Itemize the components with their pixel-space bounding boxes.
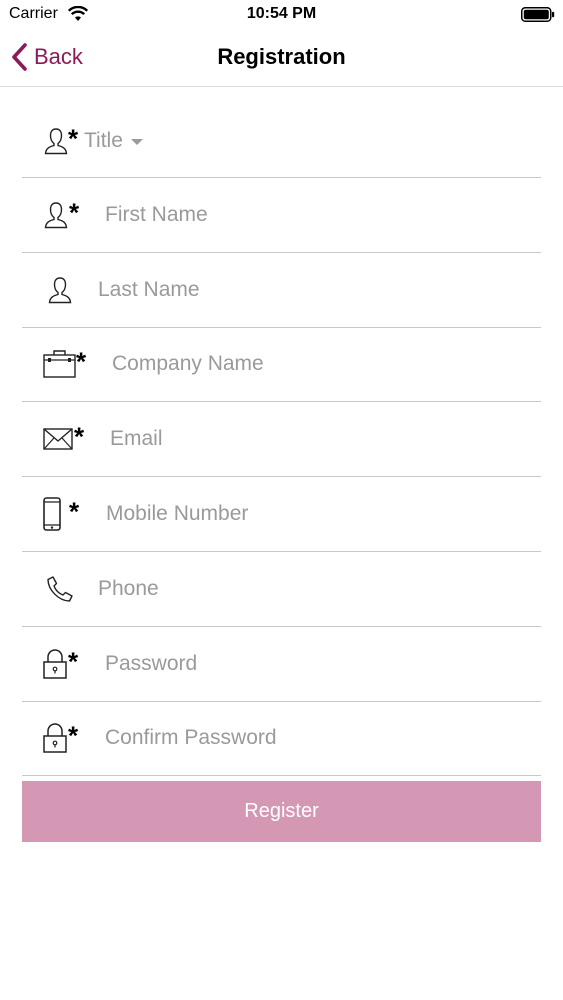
title-row: * Title (22, 104, 541, 178)
lock-icon (43, 648, 67, 679)
required-asterisk: * (68, 122, 79, 153)
required-asterisk: * (69, 197, 80, 228)
mobile-number-row: * (22, 477, 541, 552)
phone-input[interactable] (98, 570, 478, 607)
confirm-password-input[interactable] (105, 720, 485, 757)
user-icon (48, 276, 72, 303)
user-icon (44, 127, 68, 154)
title-dropdown[interactable]: Title (84, 129, 143, 153)
mobile-number-input[interactable] (106, 496, 486, 533)
last-name-input[interactable] (98, 271, 478, 308)
email-row: * (22, 402, 541, 478)
battery-icon (521, 7, 555, 22)
navigation-bar: Back Registration (0, 30, 563, 87)
mobile-phone-icon (43, 497, 61, 531)
company-name-input[interactable] (112, 346, 492, 383)
page-title: Registration (217, 44, 346, 69)
user-icon (44, 202, 68, 229)
envelope-icon (43, 428, 73, 450)
lock-icon (43, 723, 67, 754)
briefcase-icon (43, 350, 76, 379)
phone-icon (47, 576, 73, 602)
required-asterisk: * (68, 646, 79, 677)
status-time: 10:54 PM (246, 5, 317, 22)
required-asterisk: * (74, 421, 85, 452)
email-input[interactable] (110, 421, 490, 458)
first-name-row: * (22, 178, 541, 253)
title-dropdown-value: Title (84, 128, 123, 152)
last-name-row (22, 253, 541, 328)
phone-row (22, 552, 541, 627)
registration-form: * Title * * (22, 104, 541, 777)
required-asterisk: * (68, 720, 79, 751)
status-bar: Carrier 10:54 PM (0, 0, 563, 30)
first-name-input[interactable] (105, 196, 485, 233)
register-button[interactable]: Register (22, 781, 541, 842)
required-asterisk: * (76, 346, 87, 377)
company-name-row: * (22, 328, 541, 403)
caret-down-icon (130, 138, 143, 145)
password-input[interactable] (105, 645, 485, 682)
password-row: * (22, 627, 541, 702)
required-asterisk: * (69, 496, 80, 527)
confirm-password-row: * (22, 702, 541, 777)
